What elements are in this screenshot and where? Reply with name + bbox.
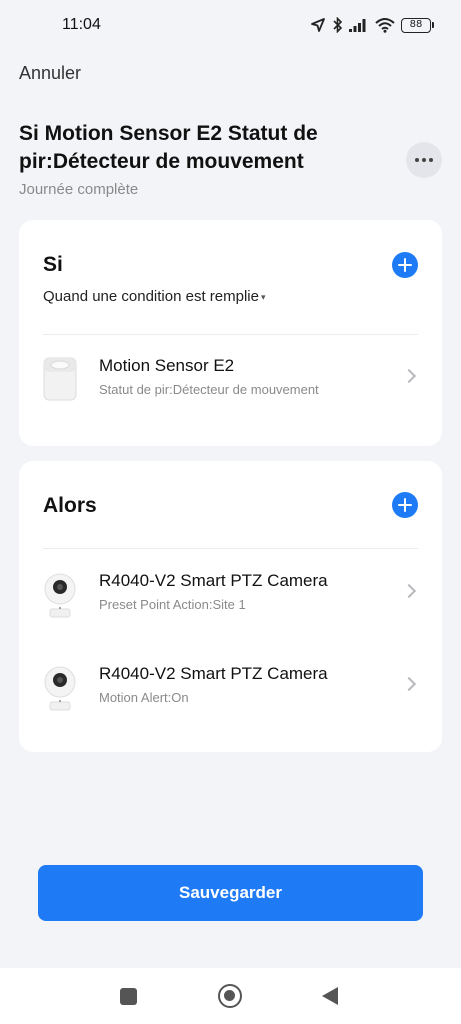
then-card: Alors R4040-V2 Smart PTZ Camera Preset P… <box>19 461 442 752</box>
then-action-item[interactable]: R4040-V2 Smart PTZ Camera Preset Point A… <box>19 559 442 629</box>
more-dot <box>429 158 433 162</box>
battery-icon: 88 <box>401 17 434 33</box>
motion-sensor-icon <box>43 357 77 401</box>
item-subtitle: Statut de pir:Détecteur de mouvement <box>99 382 319 397</box>
status-bar: 11:04 88 <box>0 0 461 50</box>
recents-icon[interactable] <box>120 988 137 1005</box>
home-dot <box>224 990 235 1001</box>
item-title: R4040-V2 Smart PTZ Camera <box>99 664 328 683</box>
item-title: Motion Sensor E2 <box>99 356 235 375</box>
divider <box>43 334 418 335</box>
cancel-button[interactable]: Annuler <box>19 63 81 84</box>
condition-label: Quand une condition est remplie <box>43 288 259 305</box>
then-heading: Alors <box>43 494 97 517</box>
item-subtitle: Motion Alert:On <box>99 690 189 705</box>
status-time: 11:04 <box>62 16 101 33</box>
divider <box>43 548 418 549</box>
if-heading: Si <box>43 253 63 276</box>
camera-icon <box>44 573 76 618</box>
status-icons: 88 <box>310 17 434 33</box>
then-action-item[interactable]: R4040-V2 Smart PTZ Camera Motion Alert:O… <box>19 652 442 722</box>
bluetooth-icon <box>333 17 343 33</box>
system-nav-bar <box>0 968 461 1024</box>
home-icon[interactable] <box>218 984 242 1008</box>
cellular-signal-icon <box>349 19 366 32</box>
page-title: Si Motion Sensor E2 Statut de pir:Détect… <box>19 122 318 173</box>
chevron-right-icon <box>401 368 417 384</box>
if-condition-item[interactable]: Motion Sensor E2 Statut de pir:Détecteur… <box>19 344 442 414</box>
back-icon[interactable] <box>322 987 338 1005</box>
wifi-icon <box>375 18 395 33</box>
more-options-button[interactable] <box>406 142 442 178</box>
more-dots-icon <box>415 158 419 162</box>
page-subtitle: Journée complète <box>19 181 139 198</box>
condition-dropdown[interactable]: Quand une condition est remplie ▾ <box>43 288 266 305</box>
save-button[interactable]: Sauvegarder <box>38 865 423 921</box>
more-dot <box>422 158 426 162</box>
chevron-right-icon <box>401 583 417 599</box>
chevron-down-icon: ▾ <box>260 291 266 302</box>
add-condition-button[interactable] <box>392 252 418 278</box>
if-card: Si Quand une condition est remplie ▾ Moti… <box>19 220 442 446</box>
camera-icon <box>44 666 76 711</box>
add-action-button[interactable] <box>392 492 418 518</box>
chevron-right-icon <box>401 676 417 692</box>
item-subtitle: Preset Point Action:Site 1 <box>99 597 246 612</box>
location-icon <box>311 18 325 32</box>
item-title: R4040-V2 Smart PTZ Camera <box>99 571 328 590</box>
